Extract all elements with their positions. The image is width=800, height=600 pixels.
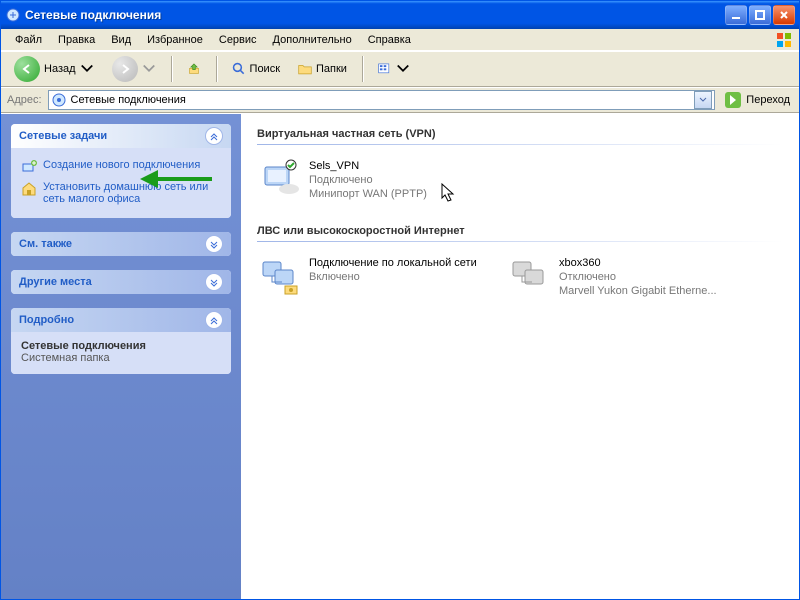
folders-label: Папки: [316, 63, 347, 75]
sidebar: Сетевые задачи Создание нового подключен…: [1, 114, 241, 599]
back-label: Назад: [44, 63, 76, 75]
menu-tools[interactable]: Сервис: [211, 32, 265, 48]
panel-network-tasks: Сетевые задачи Создание нового подключен…: [11, 124, 231, 218]
lan-connection-icon: [261, 256, 301, 296]
panel-header[interactable]: Другие места: [11, 270, 231, 294]
connection-status: Включено: [309, 270, 477, 284]
connection-item[interactable]: Подключение по локальной сети Включено: [257, 252, 487, 302]
details-type: Системная папка: [21, 352, 221, 364]
address-value: Сетевые подключения: [71, 94, 695, 106]
collapse-icon[interactable]: [205, 127, 223, 145]
forward-button[interactable]: [105, 54, 163, 84]
up-button[interactable]: [180, 54, 208, 84]
panel-header[interactable]: Подробно: [11, 308, 231, 332]
connection-status: Отключено: [559, 270, 717, 284]
menubar: Файл Правка Вид Избранное Сервис Дополни…: [1, 29, 799, 51]
panel-see-also: См. также: [11, 232, 231, 256]
menu-edit[interactable]: Правка: [50, 32, 103, 48]
panel-title: Другие места: [19, 276, 92, 288]
panel-title: Подробно: [19, 314, 74, 326]
views-button[interactable]: [371, 54, 417, 84]
network-connections-icon: [5, 7, 21, 23]
lan-connection-disabled-icon: [511, 256, 551, 296]
chevron-down-icon[interactable]: [142, 62, 156, 76]
go-label: Переход: [746, 94, 790, 106]
address-combo[interactable]: Сетевые подключения: [48, 90, 716, 110]
panel-header[interactable]: Сетевые задачи: [11, 124, 231, 148]
panel-title: См. также: [19, 238, 72, 250]
folders-button[interactable]: Папки: [291, 54, 354, 84]
menu-help[interactable]: Справка: [360, 32, 419, 48]
group-header-vpn: Виртуальная частная сеть (VPN): [257, 124, 783, 144]
menu-view[interactable]: Вид: [103, 32, 139, 48]
home-network-icon: [21, 181, 37, 197]
task-label: Создание нового подключения: [43, 159, 200, 171]
connection-device: Marvell Yukon Gigabit Etherne...: [559, 284, 717, 298]
toolbar: Назад Поиск Папки: [1, 51, 799, 87]
expand-icon[interactable]: [205, 235, 223, 253]
search-button[interactable]: Поиск: [225, 54, 287, 84]
window-title: Сетевые подключения: [25, 8, 725, 22]
search-label: Поиск: [250, 63, 280, 75]
menu-file[interactable]: Файл: [7, 32, 50, 48]
close-button[interactable]: [773, 5, 795, 25]
address-label: Адрес:: [5, 94, 48, 106]
chevron-down-icon[interactable]: [80, 62, 94, 76]
back-button[interactable]: Назад: [7, 54, 101, 84]
task-create-new-connection[interactable]: Создание нового подключения: [21, 156, 221, 178]
collapse-icon[interactable]: [205, 311, 223, 329]
maximize-button[interactable]: [749, 5, 771, 25]
connection-status: Подключено: [309, 173, 427, 187]
address-dropdown-button[interactable]: [694, 91, 712, 109]
expand-icon[interactable]: [205, 273, 223, 291]
windows-flag-icon: [775, 31, 793, 52]
chevron-down-icon[interactable]: [396, 62, 410, 76]
task-label: Установить домашнюю сеть или сеть малого…: [43, 181, 221, 205]
body: Сетевые задачи Создание нового подключен…: [1, 113, 799, 599]
new-connection-icon: [21, 159, 37, 175]
minimize-button[interactable]: [725, 5, 747, 25]
task-setup-home-network[interactable]: Установить домашнюю сеть или сеть малого…: [21, 178, 221, 208]
panel-details: Подробно Сетевые подключения Системная п…: [11, 308, 231, 374]
menu-advanced[interactable]: Дополнительно: [265, 32, 360, 48]
window: Сетевые подключения Файл Правка Вид Избр…: [0, 0, 800, 600]
address-bar: Адрес: Сетевые подключения Переход: [1, 87, 799, 113]
panel-title: Сетевые задачи: [19, 130, 107, 142]
content-area: Виртуальная частная сеть (VPN) Sels_VPN …: [241, 114, 799, 599]
panel-other-places: Другие места: [11, 270, 231, 294]
go-button[interactable]: Переход: [719, 90, 795, 110]
panel-header[interactable]: См. также: [11, 232, 231, 256]
connection-name: Sels_VPN: [309, 159, 427, 173]
menu-favorites[interactable]: Избранное: [139, 32, 211, 48]
connection-device: Минипорт WAN (PPTP): [309, 187, 427, 201]
connection-name: xbox360: [559, 256, 717, 270]
titlebar: Сетевые подключения: [1, 1, 799, 29]
details-name: Сетевые подключения: [21, 340, 221, 352]
vpn-connection-icon: [261, 159, 301, 199]
connection-name: Подключение по локальной сети: [309, 256, 477, 270]
connection-item[interactable]: xbox360 Отключено Marvell Yukon Gigabit …: [507, 252, 737, 302]
group-header-lan: ЛВС или высокоскоростной Интернет: [257, 221, 783, 241]
network-connections-icon: [51, 92, 67, 108]
connection-item[interactable]: Sels_VPN Подключено Минипорт WAN (PPTP): [257, 155, 487, 205]
